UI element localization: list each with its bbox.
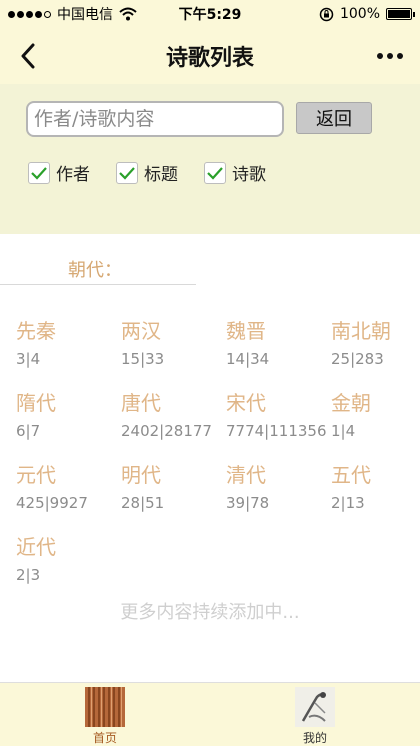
dynasty-count: 425|9927 — [16, 494, 88, 512]
dynasty-item[interactable]: 近代 2|3 — [16, 534, 121, 606]
filter-poem-label: 诗歌 — [232, 165, 266, 185]
battery-percentage: 100% — [339, 6, 380, 22]
page-title: 诗歌列表 — [165, 46, 254, 71]
dynasty-count: 28|51 — [121, 494, 165, 512]
dynasty-count: 1|4 — [331, 422, 356, 440]
filter-author-label: 作者 — [56, 165, 90, 185]
dynasty-item[interactable]: 清代 39|78 — [226, 462, 331, 534]
dynasty-name: 两汉 — [121, 319, 161, 343]
dynasty-name: 清代 — [226, 463, 266, 487]
dynasty-name: 五代 — [331, 463, 371, 487]
dynasty-count: 14|34 — [226, 350, 270, 368]
tab-home[interactable]: 首页 — [0, 683, 210, 746]
dynasty-name: 唐代 — [121, 391, 161, 415]
dynasty-count: 25|283 — [331, 350, 384, 368]
filter-title[interactable]: 标题 — [116, 160, 178, 185]
tab-bar: 首页 我的 — [0, 682, 420, 746]
dynasty-item[interactable]: 魏晋 14|34 — [226, 318, 331, 390]
dynasty-count: 2402|28177 — [121, 422, 212, 440]
checkmark-icon — [31, 166, 47, 180]
carrier-name: 中国电信 — [57, 7, 113, 23]
signal-strength-icon — [8, 10, 51, 18]
dynasty-count: 39|78 — [226, 494, 270, 512]
checkbox-title[interactable] — [116, 161, 138, 184]
more-content-notice: 更多内容持续添加中... — [120, 602, 300, 623]
dynasty-name: 隋代 — [16, 391, 56, 415]
dynasty-item[interactable]: 南北朝 25|283 — [331, 318, 420, 390]
checkmark-icon — [207, 166, 223, 180]
status-left: 中国电信 — [8, 4, 319, 24]
status-bar: 中国电信 下午5:29 100% — [0, 0, 420, 28]
dynasty-item[interactable]: 金朝 1|4 — [331, 390, 420, 462]
dynasty-item[interactable]: 两汉 15|33 — [121, 318, 226, 390]
battery-icon — [386, 8, 415, 20]
filter-author[interactable]: 作者 — [28, 160, 90, 185]
dynasty-item[interactable]: 五代 2|13 — [331, 462, 420, 534]
status-right: 100% — [319, 6, 415, 22]
tab-home-label: 首页 — [92, 731, 117, 745]
profile-icon — [295, 687, 335, 727]
checkbox-author[interactable] — [28, 161, 50, 184]
dynasty-name: 金朝 — [331, 391, 371, 415]
tab-profile-label: 我的 — [302, 731, 327, 745]
dynasty-name: 宋代 — [226, 391, 266, 415]
home-icon — [85, 687, 125, 727]
dynasty-item[interactable]: 宋代 7774|111356 — [226, 390, 331, 462]
search-input[interactable] — [26, 101, 284, 137]
dynasty-name: 明代 — [121, 463, 161, 487]
dynasty-count: 2|13 — [331, 494, 365, 512]
dynasty-header: 朝代： — [68, 260, 122, 281]
dynasty-name: 近代 — [16, 535, 56, 559]
navigation-bar: 诗歌列表 — [0, 28, 420, 84]
dynasty-item[interactable]: 明代 28|51 — [121, 462, 226, 534]
dynasty-count: 6|7 — [16, 422, 41, 440]
dynasty-count: 2|3 — [16, 566, 41, 584]
dynasty-item[interactable]: 唐代 2402|28177 — [121, 390, 226, 462]
search-area: 返回 作者 标题 诗歌 — [0, 84, 420, 234]
divider — [0, 284, 196, 285]
dynasty-count: 7774|111356 — [226, 422, 327, 440]
dynasty-name: 先秦 — [16, 319, 56, 343]
checkmark-icon — [119, 166, 135, 180]
dynasty-item[interactable]: 先秦 3|4 — [16, 318, 121, 390]
chevron-left-icon — [21, 43, 35, 69]
dynasty-name: 魏晋 — [226, 319, 266, 343]
dynasty-count: 3|4 — [16, 350, 41, 368]
dynasty-item[interactable]: 元代 425|9927 — [16, 462, 121, 534]
more-dots-icon — [377, 53, 383, 59]
filter-row: 作者 标题 诗歌 — [28, 160, 292, 185]
back-arrow-button[interactable] — [8, 36, 48, 76]
more-options-button[interactable] — [370, 36, 410, 76]
rotation-lock-icon — [319, 7, 334, 21]
dynasty-name: 元代 — [16, 463, 56, 487]
filter-title-label: 标题 — [144, 165, 178, 185]
dynasty-name: 南北朝 — [331, 319, 391, 343]
checkbox-poem[interactable] — [204, 161, 226, 184]
dynasty-item[interactable]: 隋代 6|7 — [16, 390, 121, 462]
wifi-icon — [119, 7, 137, 21]
dynasty-count: 15|33 — [121, 350, 165, 368]
filter-poem[interactable]: 诗歌 — [204, 160, 266, 185]
tab-profile[interactable]: 我的 — [210, 683, 420, 746]
return-button[interactable]: 返回 — [296, 102, 372, 134]
